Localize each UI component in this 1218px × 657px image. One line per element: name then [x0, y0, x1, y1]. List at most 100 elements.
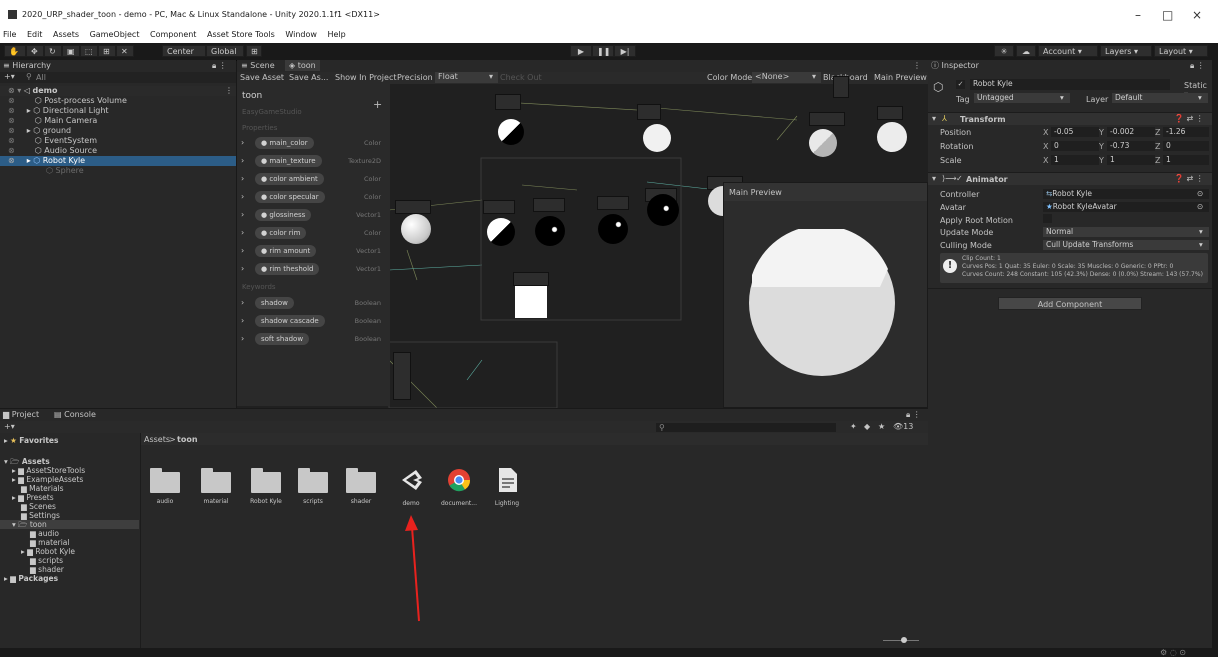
menu-gameobject[interactable]: GameObject [90, 30, 140, 39]
shader-node[interactable] [533, 198, 565, 212]
grid-snap-icon[interactable]: ⊞ [246, 45, 262, 57]
step-button[interactable]: ▶| [614, 45, 636, 57]
shader-node[interactable] [833, 76, 849, 98]
position-z-field[interactable]: -1.26 [1163, 127, 1209, 137]
close-button[interactable]: × [1192, 8, 1202, 22]
custom-tool-icon[interactable]: ✕ [116, 45, 134, 57]
tree-item-scenes[interactable]: ▆ Scenes [21, 502, 56, 511]
transform-tool-icon[interactable]: ⊞ [98, 45, 116, 57]
asset-document[interactable]: document... [435, 467, 483, 507]
menu-assets[interactable]: Assets [53, 30, 79, 39]
shader-node[interactable] [513, 272, 549, 286]
object-name-field[interactable]: Robot Kyle [970, 79, 1170, 90]
hierarchy-item-directional-light[interactable]: ⊗ ▸ ⬡ Directional Light [0, 106, 236, 116]
tree-item-toon[interactable]: ▾ 🗁 toon [0, 520, 139, 529]
project-search-input[interactable]: ⚲ [656, 423, 836, 432]
tree-item-material[interactable]: ▆ material [30, 538, 69, 547]
tree-item-packages[interactable]: ▸ ▆ Packages [4, 574, 58, 583]
hierarchy-item-audio-source[interactable]: ⊗ ⬡ Audio Source [0, 146, 236, 156]
property-color-ambient[interactable]: ● color ambient [255, 173, 324, 185]
chevron-right-icon[interactable]: › [241, 264, 244, 273]
scale-z-field[interactable]: 1 [1163, 155, 1209, 165]
menu-edit[interactable]: Edit [27, 30, 43, 39]
component-settings-icon[interactable]: ❓ ⇄ ⋮ [1174, 114, 1204, 123]
asset-lighting[interactable]: Lighting [483, 467, 531, 507]
shader-node[interactable] [597, 196, 629, 210]
tree-item-settings[interactable]: ▆ Settings [21, 511, 60, 520]
layer-dropdown[interactable]: Default ▾ [1112, 93, 1208, 103]
play-button[interactable]: ▶ [570, 45, 592, 57]
rect-tool-icon[interactable]: ⬚ [80, 45, 98, 57]
tag-dropdown[interactable]: Untagged ▾ [974, 93, 1070, 103]
tree-item-audio[interactable]: ▆ audio [30, 529, 59, 538]
visibility-icon[interactable]: ⊗ ▾ [8, 86, 21, 95]
maximize-button[interactable]: □ [1162, 8, 1173, 22]
menu-component[interactable]: Component [150, 30, 196, 39]
favorites-item[interactable]: ▸ ★ Favorites [4, 436, 58, 445]
hierarchy-item-sphere[interactable]: ⬡ Sphere [0, 166, 236, 176]
menu-window[interactable]: Window [285, 30, 317, 39]
chevron-right-icon[interactable]: › [241, 156, 244, 165]
add-property-icon[interactable]: + [373, 98, 382, 111]
asset-folder-material[interactable]: material [192, 467, 240, 505]
inspector-menu-icon[interactable]: 🔒︎ ⋮ [1190, 60, 1205, 72]
tree-item-shader[interactable]: ▆ shader [30, 565, 64, 574]
lock-icon[interactable]: 🔒︎ ⋮ [212, 60, 227, 72]
shader-node[interactable] [809, 112, 845, 126]
pause-button[interactable]: ❚❚ [592, 45, 614, 57]
chevron-right-icon[interactable]: › [241, 316, 244, 325]
keyword-soft-shadow[interactable]: soft shadow [255, 333, 310, 345]
object-picker-icon[interactable]: ⊙ [1197, 189, 1203, 199]
property-color-rim[interactable]: ● color rim [255, 227, 307, 239]
asset-folder-shader[interactable]: shader [337, 467, 385, 505]
rotation-z-field[interactable]: 0 [1163, 141, 1209, 151]
tree-item-presets[interactable]: ▸ ▆ Presets [12, 493, 54, 502]
asset-folder-robot-kyle[interactable]: Robot Kyle [242, 467, 290, 505]
tree-item-scripts[interactable]: ▆ scripts [30, 556, 63, 565]
move-tool-icon[interactable]: ✥ [26, 45, 44, 57]
transform-header[interactable]: ▾ ⅄ Transform ❓ ⇄ ⋮ [928, 112, 1212, 125]
position-x-field[interactable]: -0.05 [1051, 127, 1099, 137]
main-preview-window[interactable]: Main Preview [723, 182, 928, 408]
add-icon[interactable]: +▾ [4, 72, 15, 81]
hierarchy-search-input[interactable]: All [36, 73, 46, 82]
scene-menu-icon[interactable]: ⋮ [225, 86, 233, 96]
rotate-tool-icon[interactable]: ↻ [44, 45, 62, 57]
controller-field[interactable]: ⇆Robot Kyle ⊙ [1043, 189, 1209, 199]
chevron-right-icon[interactable]: › [241, 246, 244, 255]
menu-asset-store-tools[interactable]: Asset Store Tools [207, 30, 275, 39]
breadcrumb-toon[interactable]: toon [177, 435, 198, 444]
rotation-y-field[interactable]: -0.73 [1107, 141, 1155, 151]
layout-dropdown[interactable]: Layout ▾ [1154, 45, 1208, 57]
culling-mode-dropdown[interactable]: Cull Update Transforms ▾ [1043, 240, 1209, 250]
avatar-field[interactable]: ★Robot KyleAvatar ⊙ [1043, 202, 1209, 212]
project-menu-icon[interactable]: 🔒︎ ⋮ [906, 410, 921, 420]
hidden-packages-icon[interactable]: 👁︎13 [893, 422, 913, 431]
animator-header[interactable]: ▾ ⟩⟶ ✓ Animator ❓ ⇄ ⋮ [928, 172, 1212, 185]
shader-node[interactable] [395, 200, 431, 214]
scale-x-field[interactable]: 1 [1051, 155, 1099, 165]
shader-node[interactable] [483, 200, 515, 214]
hierarchy-item-demo[interactable]: ⊗ ▾ ◁ demo ⋮ [0, 86, 236, 96]
hierarchy-item-eventsystem[interactable]: ⊗ ⬡ EventSystem [0, 136, 236, 146]
pivot-center-button[interactable]: Center [162, 45, 206, 57]
object-picker-icon[interactable]: ⊙ [1197, 202, 1203, 212]
breadcrumb-assets[interactable]: Assets [144, 435, 170, 444]
property-main-texture[interactable]: ● main_texture [255, 155, 322, 167]
component-settings-icon[interactable]: ❓ ⇄ ⋮ [1174, 174, 1204, 183]
menu-file[interactable]: File [3, 30, 16, 39]
position-y-field[interactable]: -0.002 [1107, 127, 1155, 137]
scale-y-field[interactable]: 1 [1107, 155, 1155, 165]
pivot-global-button[interactable]: Global [206, 45, 244, 57]
shader-node[interactable] [877, 106, 903, 120]
account-dropdown[interactable]: Account ▾ [1038, 45, 1098, 57]
chevron-right-icon[interactable]: › [241, 228, 244, 237]
tree-item-assets[interactable]: ▾ 🗁 Assets [4, 457, 50, 466]
tree-item-materials[interactable]: ▆ Materials [21, 484, 64, 493]
scale-tool-icon[interactable]: ▣ [62, 45, 80, 57]
shader-node[interactable] [637, 104, 661, 120]
asset-folder-audio[interactable]: audio [141, 467, 189, 505]
hierarchy-item-post-process-volume[interactable]: ⊗ ⬡ Post-process Volume [0, 96, 236, 106]
tree-item-robot-kyle[interactable]: ▸ ▆ Robot Kyle [21, 547, 75, 556]
add-component-button[interactable]: Add Component [998, 297, 1142, 310]
